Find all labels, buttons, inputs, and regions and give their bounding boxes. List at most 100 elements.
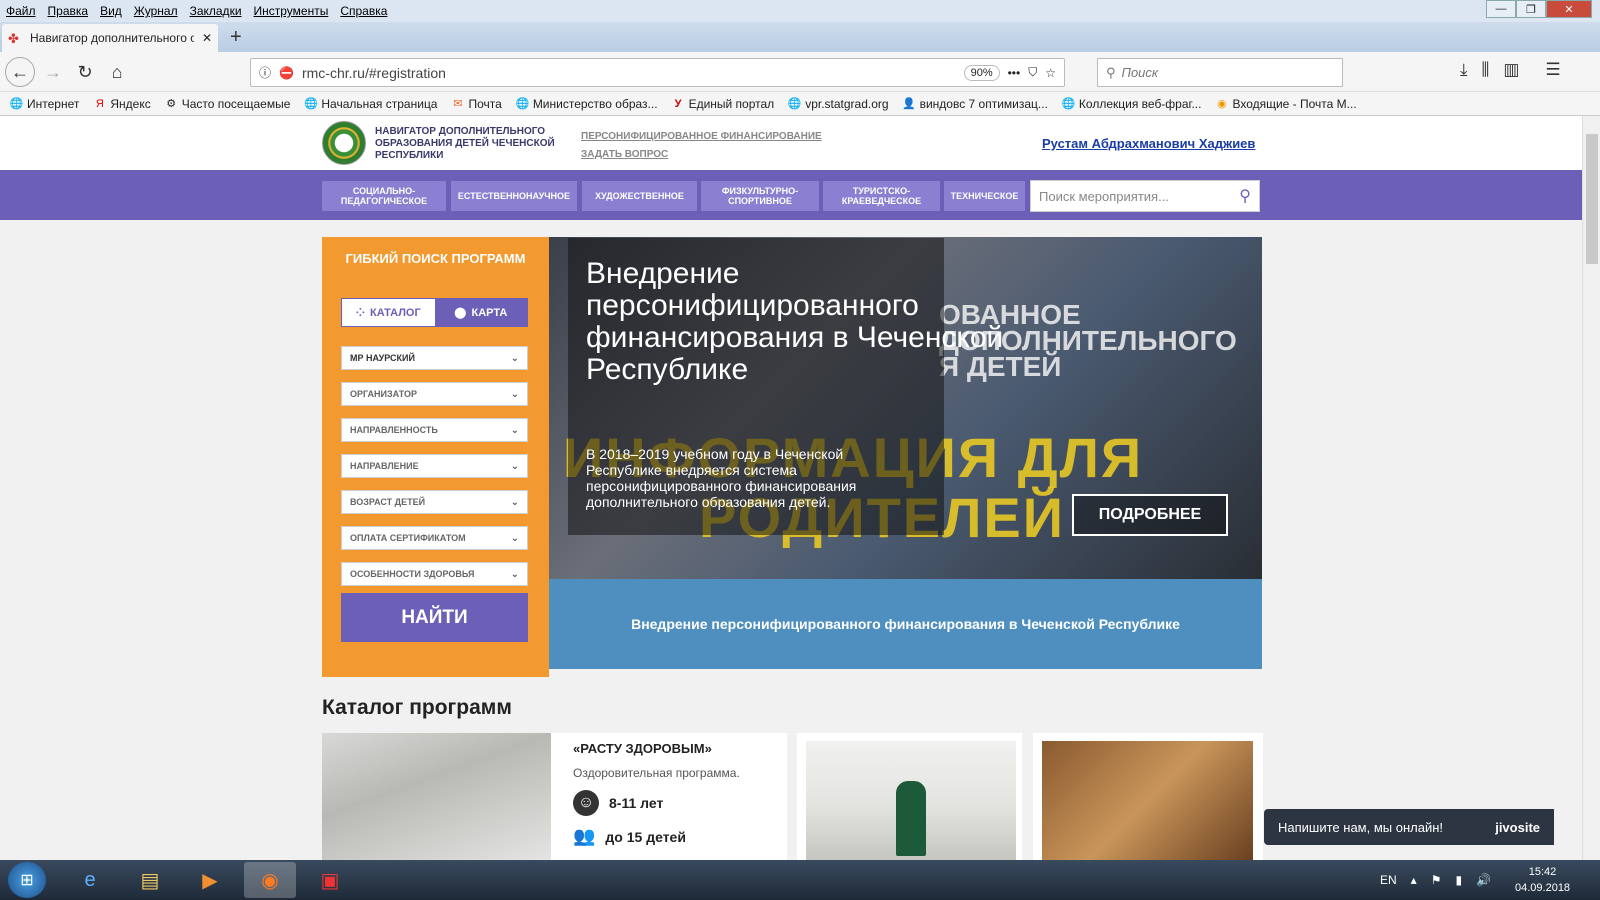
- bookmark-item[interactable]: 🌐 Коллекция веб-фраг...: [1062, 97, 1202, 111]
- category-social-pedagogical[interactable]: СОЦИАЛЬНО-ПЕДАГОГИЧЕСКОЕ: [322, 181, 446, 211]
- map-tab-label: КАРТА: [471, 306, 508, 319]
- bookmark-item[interactable]: У Единый портал: [672, 97, 775, 111]
- pdf-reader-icon[interactable]: ▣: [304, 862, 356, 898]
- menu-view[interactable]: Вид: [94, 4, 128, 18]
- bookmark-item[interactable]: ⚙ Часто посещаемые: [165, 97, 290, 111]
- taskbar-clock[interactable]: 15:42 04.09.2018: [1515, 864, 1570, 896]
- action-center-flag-icon[interactable]: ⚑: [1431, 873, 1442, 887]
- category-technical[interactable]: ТЕХНИЧЕСКОЕ: [944, 181, 1025, 211]
- minimize-button[interactable]: —: [1486, 0, 1516, 18]
- child-face-icon: ☺: [573, 790, 599, 816]
- category-sport[interactable]: ФИЗКУЛЬТУРНО-СПОРТИВНОЕ: [701, 181, 819, 211]
- chevron-down-icon: ⌄: [510, 388, 519, 400]
- browser-tab[interactable]: ✤ Навигатор дополнительного о ✕: [2, 24, 218, 52]
- show-hidden-icons-icon[interactable]: ▴: [1411, 873, 1417, 887]
- more-button[interactable]: ПОДРОБНЕЕ: [1072, 494, 1228, 536]
- category-art[interactable]: ХУДОЖЕСТВЕННОЕ: [582, 181, 697, 211]
- network-signal-icon[interactable]: ▮: [1455, 873, 1462, 887]
- age-select[interactable]: ВОЗРАСТ ДЕТЕЙ ⌄: [341, 490, 528, 514]
- select-value: ОРГАНИЗАТОР: [350, 389, 417, 399]
- download-icon[interactable]: ⤓: [1460, 60, 1468, 80]
- bookmark-item[interactable]: Я Яндекс: [93, 97, 151, 111]
- zoom-badge[interactable]: 90%: [963, 64, 1000, 81]
- category-tourism[interactable]: ТУРИСТСКО-КРАЕВЕДЧЕСКОЕ: [823, 181, 940, 211]
- menu-history[interactable]: Журнал: [128, 4, 184, 18]
- bookmark-item[interactable]: 🌐 Министерство образ...: [515, 97, 657, 111]
- url-bar[interactable]: ⓘ ⛔ rmc-chr.ru/#registration 90% ••• ⛉ ☆: [250, 58, 1065, 87]
- bookmark-item[interactable]: ◉ Входящие - Почта М...: [1215, 97, 1357, 111]
- new-tab-icon[interactable]: +: [230, 26, 242, 49]
- hamburger-menu-icon[interactable]: ☰: [1545, 60, 1560, 80]
- bookmark-label: Почта: [468, 96, 502, 111]
- close-window-button[interactable]: ✕: [1546, 0, 1592, 18]
- program-age: ☺ 8-11 лет: [573, 790, 663, 816]
- clock-date: 04.09.2018: [1515, 882, 1571, 894]
- program-age-value: 8-11 лет: [609, 795, 664, 811]
- health-features-select[interactable]: ОСОБЕННОСТИ ЗДОРОВЬЯ ⌄: [341, 562, 528, 586]
- chevron-down-icon: ⌄: [510, 424, 519, 436]
- select-value: НАПРАВЛЕНИЕ: [350, 461, 419, 471]
- program-card-image[interactable]: [322, 733, 551, 860]
- menu-bar: Файл Правка Вид Журнал Закладки Инструме…: [0, 0, 1600, 22]
- site-logo[interactable]: [322, 121, 366, 165]
- browser-search-input[interactable]: ⚲ Поиск: [1097, 58, 1343, 87]
- slide-caption[interactable]: Внедрение персонифицированного финансиро…: [549, 579, 1262, 669]
- dancer-photo[interactable]: [806, 741, 1016, 860]
- scrollbar-thumb[interactable]: [1586, 134, 1598, 264]
- library-icon[interactable]: ⫼: [1482, 60, 1490, 80]
- menu-bookmarks[interactable]: Закладки: [184, 4, 248, 18]
- user-name-link[interactable]: Рустам Абдрахманович Хаджиев: [1042, 136, 1255, 151]
- search-icon[interactable]: ⚲: [1239, 186, 1251, 206]
- reload-icon[interactable]: ↻: [70, 57, 100, 87]
- woodworking-photo[interactable]: [1042, 741, 1253, 860]
- menu-edit[interactable]: Правка: [42, 4, 95, 18]
- url-text[interactable]: rmc-chr.ru/#registration: [302, 65, 956, 81]
- district-select[interactable]: МР НАУРСКИЙ ⌄: [341, 346, 528, 370]
- menu-help[interactable]: Справка: [334, 4, 393, 18]
- file-explorer-icon[interactable]: ▤: [124, 862, 176, 898]
- catalog-tab[interactable]: ⁘ КАТАЛОГ: [342, 299, 435, 326]
- bookmark-item[interactable]: ✉ Почта: [451, 97, 501, 111]
- windows-taskbar: [0, 860, 1600, 900]
- sidebar-icon[interactable]: ▥: [1503, 60, 1519, 80]
- media-player-icon[interactable]: ▶: [184, 862, 236, 898]
- window-controls: — ❐ ✕: [1486, 0, 1592, 18]
- bookmark-item[interactable]: 🌐 Начальная страница: [304, 97, 437, 111]
- portal-icon: У: [674, 97, 682, 110]
- start-button[interactable]: ⊞: [8, 862, 46, 898]
- internet-explorer-icon[interactable]: e: [64, 862, 116, 898]
- volume-icon[interactable]: 🔊: [1476, 873, 1491, 887]
- ask-question-link[interactable]: ЗАДАТЬ ВОПРОС: [581, 146, 822, 164]
- site-favicon-icon: ✤: [8, 31, 19, 46]
- direction-select[interactable]: НАПРАВЛЕНИЕ ⌄: [341, 454, 528, 478]
- pocket-icon[interactable]: ⛉: [1028, 65, 1037, 80]
- menu-tools[interactable]: Инструменты: [248, 4, 335, 18]
- bookmark-item[interactable]: 🌐 vpr.statgrad.org: [788, 97, 889, 111]
- category-natural-science[interactable]: ЕСТЕСТВЕННОНАУЧНОЕ: [451, 181, 577, 211]
- organizer-select[interactable]: ОРГАНИЗАТОР ⌄: [341, 382, 528, 406]
- forward-arrow-icon[interactable]: →: [38, 57, 68, 87]
- event-search-input[interactable]: Поиск мероприятия... ⚲: [1030, 180, 1260, 212]
- star-icon[interactable]: ☆: [1045, 66, 1056, 80]
- firefox-icon[interactable]: ◉: [244, 862, 296, 898]
- back-arrow-icon[interactable]: ←: [5, 57, 35, 87]
- info-icon[interactable]: ⓘ: [259, 64, 271, 81]
- home-icon[interactable]: ⌂: [102, 57, 132, 87]
- certificate-payment-select[interactable]: ОПЛАТА СЕРТИФИКАТОМ ⌄: [341, 526, 528, 550]
- personified-funding-link[interactable]: ПЕРСОНИФИЦИРОВАННОЕ ФИНАНСИРОВАНИЕ: [581, 128, 822, 146]
- more-actions-icon[interactable]: •••: [1008, 66, 1021, 80]
- close-tab-icon[interactable]: ✕: [202, 31, 212, 45]
- orientation-select[interactable]: НАПРАВЛЕННОСТЬ ⌄: [341, 418, 528, 442]
- map-pin-icon: ⬤: [454, 307, 467, 319]
- menu-file[interactable]: Файл: [0, 4, 42, 18]
- bookmark-item[interactable]: 🌐 Интернет: [10, 97, 80, 111]
- bookmark-item[interactable]: 👤 виндовс 7 оптимизац...: [902, 97, 1048, 111]
- page-scrollbar[interactable]: [1582, 116, 1600, 860]
- program-title[interactable]: «РАСТУ ЗДОРОВЫМ»: [573, 741, 712, 756]
- restore-button[interactable]: ❐: [1516, 0, 1546, 18]
- site-title[interactable]: НАВИГАТОР ДОПОЛНИТЕЛЬНОГО ОБРАЗОВАНИЯ ДЕ…: [375, 126, 565, 162]
- jivosite-chat-widget[interactable]: Напишите нам, мы онлайн! jivosite: [1264, 809, 1554, 845]
- map-tab[interactable]: ⬤ КАРТА: [434, 299, 527, 326]
- find-button[interactable]: НАЙТИ: [341, 593, 528, 642]
- language-indicator[interactable]: EN: [1380, 873, 1397, 887]
